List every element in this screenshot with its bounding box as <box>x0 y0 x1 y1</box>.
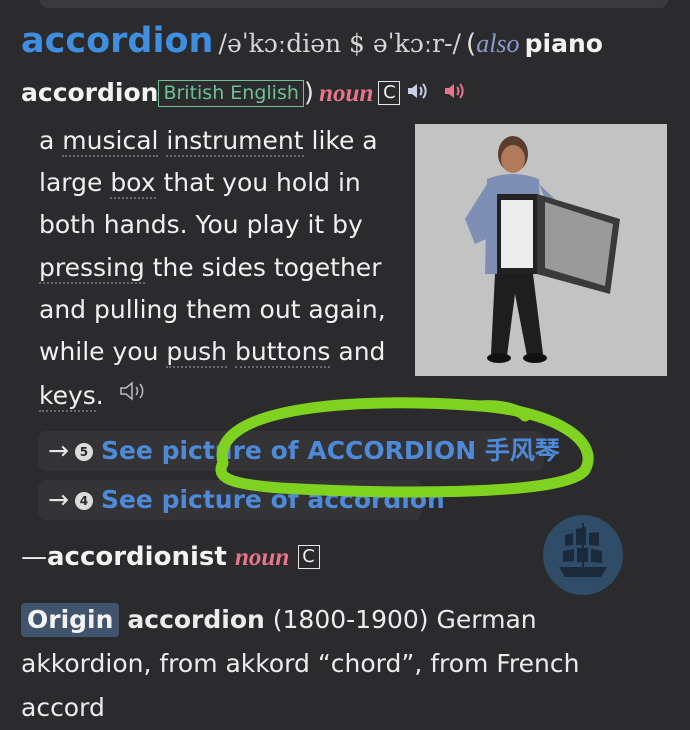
part-of-speech: noun <box>319 80 373 107</box>
alternate-form-2: accordion <box>21 78 158 107</box>
see-picture-label: See picture of accordion <box>101 485 445 514</box>
definition-text: a musical instrument like a large box th… <box>39 120 394 417</box>
sense-number-badge: 5 <box>75 443 93 461</box>
xref-word[interactable]: box <box>110 168 155 199</box>
run-on-entry: —accordionist noun C <box>21 537 320 578</box>
pronunciation: /əˈkɔːdiən $ əˈkɔːr-/ <box>219 29 461 58</box>
xref-word[interactable]: buttons <box>235 337 330 368</box>
definition-audio-icon[interactable] <box>118 373 148 415</box>
region-label: British English <box>158 80 303 107</box>
headword: accordion <box>21 21 213 61</box>
accordion-picture[interactable] <box>415 124 667 376</box>
also-label: also <box>476 29 519 58</box>
sense-number-badge: 4 <box>75 492 93 510</box>
origin-label: Origin <box>21 603 119 637</box>
origin-word: accordion <box>127 605 264 634</box>
grammar-code: C <box>378 81 400 105</box>
entry-header: accordion /əˈkɔːdiən $ əˈkɔːr-/ (also pi… <box>21 18 661 119</box>
xref-word[interactable]: musical <box>62 126 158 157</box>
xref-word[interactable]: pressing <box>39 253 145 284</box>
alternate-form: piano <box>525 29 603 58</box>
run-on-word: accordionist <box>47 542 227 572</box>
ship-logo-icon[interactable] <box>543 515 623 595</box>
run-on-grammar: C <box>298 545 320 569</box>
american-audio-icon[interactable] <box>443 73 465 119</box>
see-picture-link[interactable]: → 4 See picture of accordion <box>38 480 422 520</box>
xref-word[interactable]: instrument <box>166 126 303 157</box>
xref-word[interactable]: keys <box>39 381 96 412</box>
origin-section: Origin accordion (1800-1900) German akko… <box>21 598 671 730</box>
see-picture-link[interactable]: → 5 See picture of ACCORDION 手风琴 <box>38 431 544 471</box>
run-on-pos: noun <box>235 544 289 571</box>
top-bar <box>40 0 668 8</box>
british-audio-icon[interactable] <box>406 73 428 119</box>
xref-word[interactable]: push <box>166 337 227 368</box>
run-on-dash: — <box>21 542 47 572</box>
paren-close: ) <box>304 78 314 108</box>
paren-open: ( <box>466 29 476 59</box>
see-picture-label: See picture of ACCORDION 手风琴 <box>101 436 560 465</box>
